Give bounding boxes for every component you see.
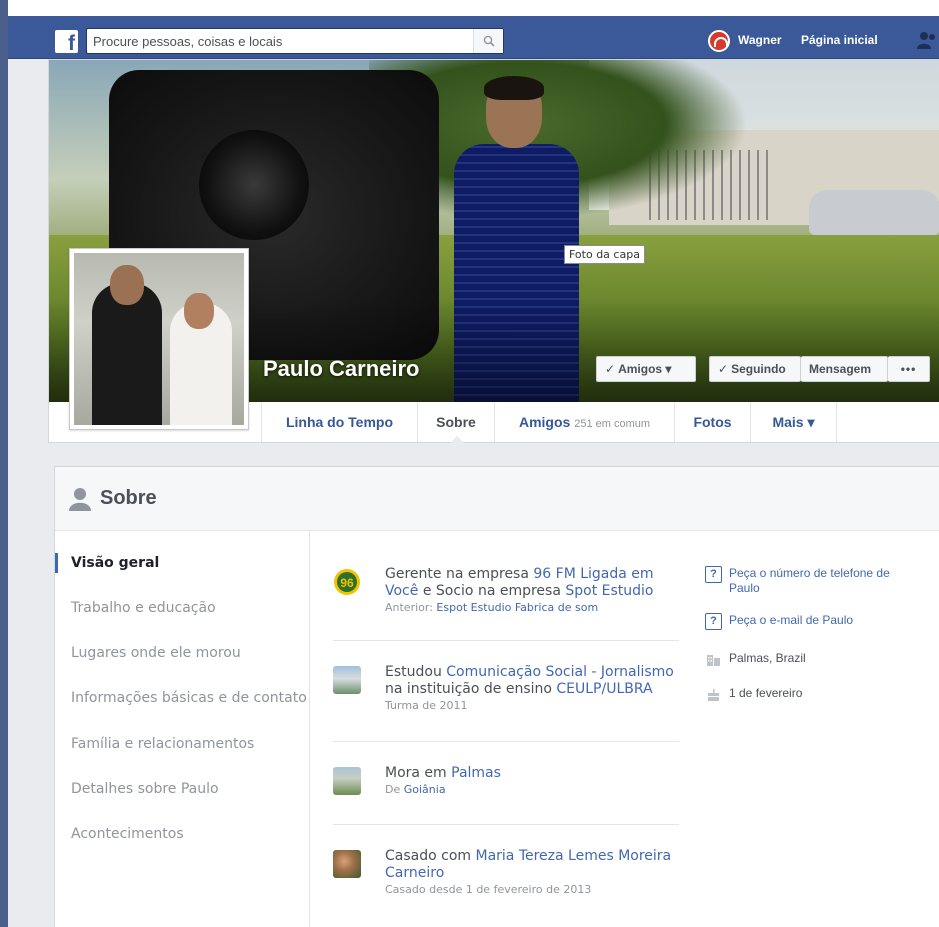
building-icon xyxy=(707,654,720,666)
search-box xyxy=(86,28,504,54)
tab-about[interactable]: Sobre xyxy=(418,402,495,443)
location-item: Palmas, Brazil xyxy=(705,651,806,666)
top-bar-area: f Wagner Página inicial xyxy=(8,0,939,59)
education-mid: na instituição de ensino xyxy=(385,681,557,697)
relationship-prefix: Casado com xyxy=(385,848,476,864)
class-year: Turma de 2011 xyxy=(385,699,468,712)
hometown: De Goiânia xyxy=(385,783,685,797)
radio-96fm-logo-icon: 96 xyxy=(334,569,360,595)
profile-tabs: Linha do Tempo Sobre Amigos 251 em comum… xyxy=(49,402,939,443)
education-prefix: Estudou xyxy=(385,664,447,680)
work-text: Gerente na empresa 96 FM Ligada em Você … xyxy=(385,566,685,615)
cover-photo-tooltip: Foto da capa xyxy=(564,245,645,264)
mutual-friends-count: 251 em comum xyxy=(574,418,651,430)
nav-active-indicator xyxy=(55,553,58,573)
friends-button-label: Amigos xyxy=(618,362,663,376)
search-icon xyxy=(483,35,495,47)
divider xyxy=(333,640,679,641)
location-prefix: Mora em xyxy=(385,765,452,781)
tab-more-label: Mais xyxy=(772,414,804,430)
caret-down-icon: ▾ xyxy=(807,414,815,430)
nav-item-work-education[interactable]: Trabalho e educação xyxy=(71,600,216,616)
person-icon xyxy=(69,488,91,511)
tab-friends-label: Amigos xyxy=(518,414,571,430)
home-link[interactable]: Página inicial xyxy=(801,33,878,47)
request-email-item[interactable]: ? Peça o e-mail de Paulo xyxy=(705,613,853,630)
cake-icon xyxy=(708,688,719,701)
relationship-text: Casado com Maria Tereza Lemes Moreira Ca… xyxy=(385,848,685,897)
user-name-link[interactable]: Wagner xyxy=(738,33,782,47)
more-options-button[interactable]: ••• xyxy=(888,356,930,382)
friend-requests-icon[interactable] xyxy=(916,30,938,50)
window-left-edge xyxy=(0,0,8,927)
nav-item-overview[interactable]: Visão geral xyxy=(71,555,159,571)
following-button[interactable]: ✓ Seguindo xyxy=(709,356,801,382)
hometown-link[interactable]: Goiânia xyxy=(404,783,446,796)
check-icon: ✓ xyxy=(718,362,729,376)
facebook-logo-icon[interactable]: f xyxy=(55,30,78,53)
previous-work: Anterior: Espot Estudio Fabrica de som xyxy=(385,601,685,615)
profile-name[interactable]: Paulo Carneiro xyxy=(263,356,419,382)
school-icon xyxy=(333,666,361,694)
birthday-text: 1 de fevereiro xyxy=(729,686,803,700)
course-link[interactable]: Comunicação Social - Jornalismo xyxy=(446,664,674,680)
work-prefix: Gerente na empresa xyxy=(385,566,534,582)
school-link[interactable]: CEULP/ULBRA xyxy=(556,681,652,697)
profile-photo xyxy=(74,253,244,425)
nav-item-places-lived[interactable]: Lugares onde ele morou xyxy=(71,645,241,661)
previous-employer-link[interactable]: Espot Estudio Fabrica de som xyxy=(436,601,598,614)
employer-2-link[interactable]: Spot Estudio xyxy=(565,583,653,599)
photo-groom-head xyxy=(110,265,144,305)
request-phone-item[interactable]: ? Peça o número de telefone de Paulo xyxy=(705,566,919,596)
birthday-item: 1 de fevereiro xyxy=(705,686,802,701)
caret-down-icon: ▾ xyxy=(665,362,672,376)
nav-item-life-events[interactable]: Acontecimentos xyxy=(71,826,184,842)
check-icon: ✓ xyxy=(605,362,616,376)
svg-text:96: 96 xyxy=(340,576,354,590)
nav-item-family[interactable]: Família e relacionamentos xyxy=(71,736,254,752)
education-text: Estudou Comunicação Social - Jornalismo … xyxy=(385,664,685,713)
tab-more[interactable]: Mais ▾ xyxy=(751,402,837,442)
current-city-link[interactable]: Palmas xyxy=(451,765,501,781)
hometown-prefix: De xyxy=(385,783,404,796)
about-title: Sobre xyxy=(100,487,157,509)
following-button-label: Seguindo xyxy=(731,362,786,376)
about-overview: 96 Gerente na empresa 96 FM Ligada em Vo… xyxy=(311,531,939,927)
about-section: Sobre Visão geral Trabalho e educação Lu… xyxy=(54,466,939,927)
city-icon xyxy=(333,767,361,795)
spouse-avatar[interactable] xyxy=(333,850,361,878)
profile-header: Foto da capa Paulo Carneiro ✓ Amigos ▾ ✓ S… xyxy=(48,59,939,443)
friends-button[interactable]: ✓ Amigos ▾ xyxy=(596,356,696,382)
search-button[interactable] xyxy=(473,29,503,53)
nav-item-contact-info[interactable]: Informações básicas e de contato xyxy=(71,690,307,706)
location-text: Mora em Palmas De Goiânia xyxy=(385,765,685,797)
tab-timeline[interactable]: Linha do Tempo xyxy=(261,402,418,442)
request-email-link[interactable]: Peça o e-mail de Paulo xyxy=(729,613,853,627)
message-button[interactable]: Mensagem xyxy=(801,356,888,382)
question-icon: ? xyxy=(705,613,722,630)
question-icon: ? xyxy=(705,566,722,583)
location-text: Palmas, Brazil xyxy=(729,651,806,665)
nav-item-details[interactable]: Detalhes sobre Paulo xyxy=(71,781,219,797)
about-header: Sobre xyxy=(55,467,939,531)
work-mid: e Socio na empresa xyxy=(418,583,566,599)
tab-about-label: Sobre xyxy=(436,414,476,430)
divider xyxy=(333,741,679,742)
tab-photos[interactable]: Fotos xyxy=(675,402,751,442)
user-avatar[interactable] xyxy=(708,30,730,52)
married-since: Casado desde 1 de fevereiro de 2013 xyxy=(385,883,592,896)
search-input[interactable] xyxy=(93,33,463,50)
request-phone-link[interactable]: Peça o número de telefone de Paulo xyxy=(729,566,919,596)
previous-prefix: Anterior: xyxy=(385,601,437,614)
tab-friends[interactable]: Amigos 251 em comum xyxy=(495,402,675,442)
photo-bride-head xyxy=(184,293,214,329)
about-nav: Visão geral Trabalho e educação Lugares … xyxy=(55,531,310,927)
blue-header: f Wagner Página inicial xyxy=(8,16,939,59)
divider xyxy=(333,824,679,825)
